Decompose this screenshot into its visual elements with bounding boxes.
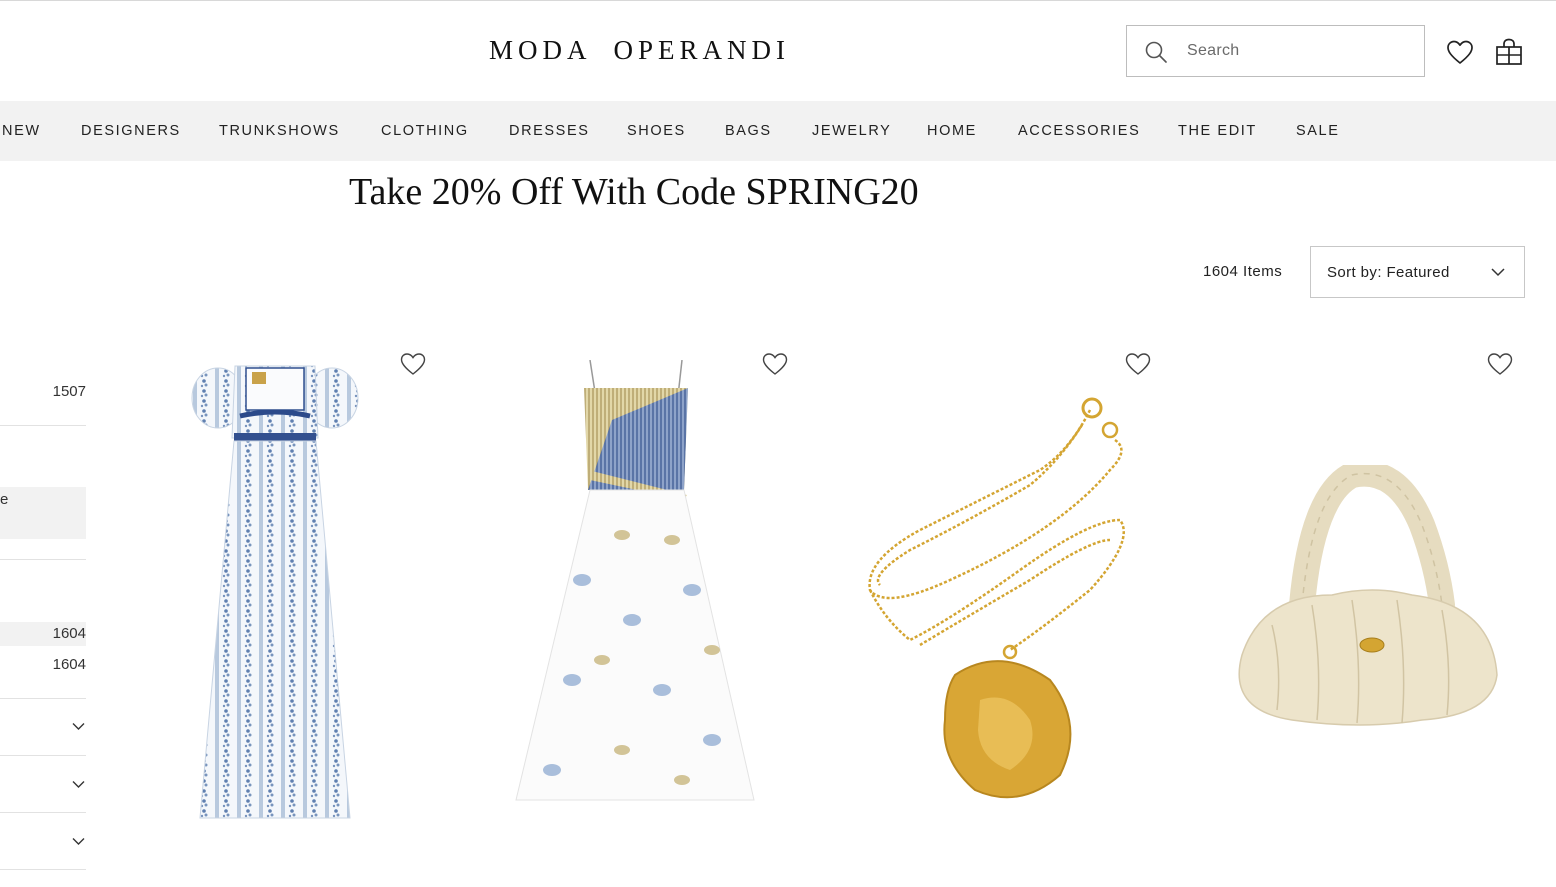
floral-maxi-dress-image[interactable] xyxy=(190,358,360,828)
filter-divider xyxy=(0,698,86,699)
wishlist-heart-icon[interactable] xyxy=(1487,352,1513,376)
filter-option-label[interactable]: e xyxy=(0,491,8,508)
nav-item-trunkshows[interactable]: TRUNKSHOWS xyxy=(219,123,340,139)
logo-word-moda: MODA xyxy=(489,35,592,65)
gold-coin-necklace-image[interactable] xyxy=(860,390,1150,810)
search-box[interactable] xyxy=(1126,25,1425,77)
logo-word-operandi: OPERANDI xyxy=(613,35,791,65)
wishlist-heart-icon[interactable] xyxy=(400,352,426,376)
items-count: 1604 Items xyxy=(1203,263,1283,280)
filter-divider xyxy=(0,812,86,813)
chevron-down-icon xyxy=(1491,268,1505,277)
filter-divider xyxy=(0,755,86,756)
nav-item-new[interactable]: NEW xyxy=(2,123,41,139)
nav-item-shoes[interactable]: SHOES xyxy=(627,123,686,139)
nav-item-the-edit[interactable]: THE EDIT xyxy=(1178,123,1257,139)
filter-count[interactable]: 1604 xyxy=(46,656,86,673)
product-card[interactable] xyxy=(472,340,802,840)
nav-item-clothing[interactable]: CLOTHING xyxy=(381,123,469,139)
filter-count[interactable]: 1507 xyxy=(46,383,86,400)
chevron-down-icon[interactable] xyxy=(72,837,85,846)
search-input[interactable] xyxy=(1187,36,1407,66)
nav-item-accessories[interactable]: ACCESSORIES xyxy=(1018,123,1140,139)
wishlist-heart-icon[interactable] xyxy=(1446,39,1474,67)
sort-dropdown[interactable]: Sort by: Featured xyxy=(1310,246,1525,298)
product-card[interactable] xyxy=(1197,340,1527,840)
chevron-down-icon[interactable] xyxy=(72,780,85,789)
main-nav: NEW DESIGNERS TRUNKSHOWS CLOTHING DRESSE… xyxy=(0,101,1556,161)
nav-item-bags[interactable]: BAGS xyxy=(725,123,772,139)
nav-item-designers[interactable]: DESIGNERS xyxy=(81,123,181,139)
product-card[interactable] xyxy=(110,340,440,840)
promo-headline[interactable]: Take 20% Off With Code SPRING20 xyxy=(349,170,919,214)
product-card[interactable] xyxy=(835,340,1165,840)
nav-item-dresses[interactable]: DRESSES xyxy=(509,123,590,139)
filter-divider xyxy=(0,425,86,426)
filter-divider xyxy=(0,559,86,560)
chevron-down-icon[interactable] xyxy=(72,722,85,731)
paisley-wrap-dress-image[interactable] xyxy=(512,360,762,830)
nav-item-home[interactable]: HOME xyxy=(927,123,977,139)
search-icon[interactable] xyxy=(1145,41,1167,63)
nav-item-jewelry[interactable]: JEWELRY xyxy=(812,123,891,139)
sort-label: Sort by: Featured xyxy=(1327,264,1450,281)
nav-item-sale[interactable]: SALE xyxy=(1296,123,1339,139)
shopping-bag-icon[interactable] xyxy=(1495,38,1523,66)
filter-count[interactable]: 1604 xyxy=(46,625,86,642)
wishlist-heart-icon[interactable] xyxy=(762,352,788,376)
wishlist-heart-icon[interactable] xyxy=(1125,352,1151,376)
ruched-shoulder-bag-image[interactable] xyxy=(1222,465,1512,755)
site-header: MODA OPERANDI xyxy=(0,1,1556,101)
filter-option-selected[interactable] xyxy=(0,487,86,539)
site-logo[interactable]: MODA OPERANDI xyxy=(489,35,790,66)
filter-divider xyxy=(0,869,86,870)
